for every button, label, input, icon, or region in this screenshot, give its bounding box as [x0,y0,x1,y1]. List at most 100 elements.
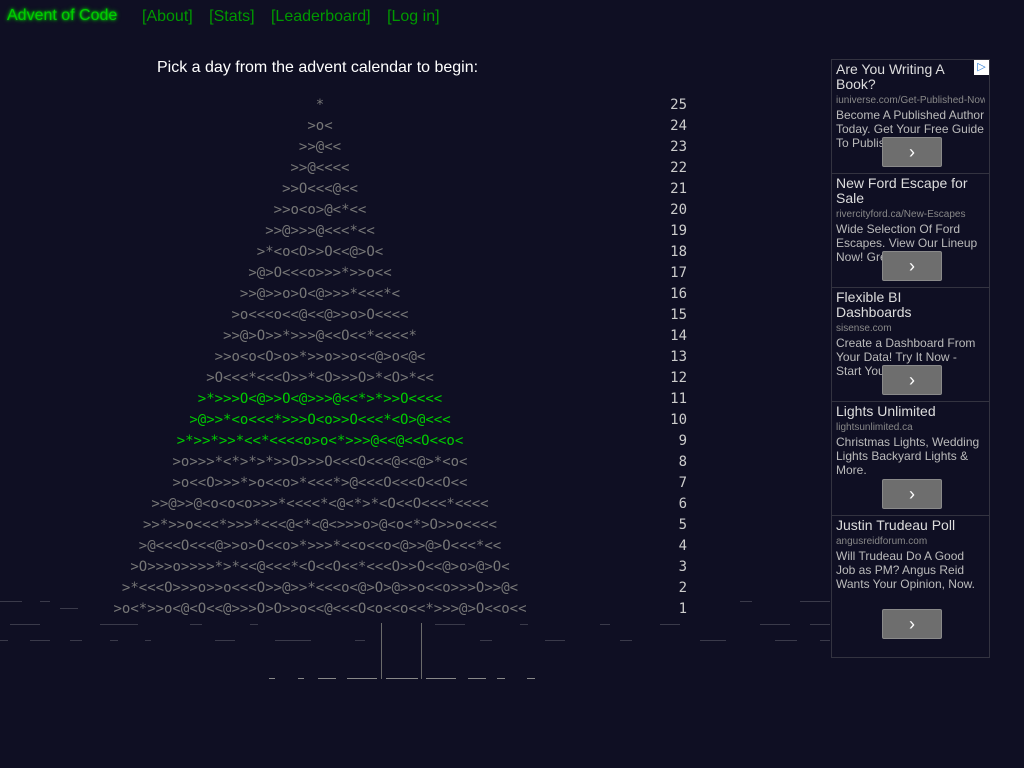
calendar-day-number[interactable]: 21 [655,179,687,200]
ad-title-link[interactable]: Are You Writing A Book? [836,62,985,92]
tree-art-row: >>o<o>@<*<< [273,202,367,218]
calendar-day-number[interactable]: 17 [655,263,687,284]
tree-art-row: >>@>>>@<<<*<< [265,223,375,239]
calendar-day-number[interactable]: 5 [655,515,687,536]
nav-leaderboard-link[interactable]: [Leaderboard] [271,8,371,25]
calendar-day-number[interactable]: 25 [655,95,687,116]
calendar-day-number[interactable]: 20 [655,200,687,221]
tree-art-row: >*<o<O>>O<<@>O< [256,244,384,260]
tree-art-row: >O<<<*<<<O>>*<O>>>O>*<O>*<< [206,370,434,386]
calendar-day-row[interactable]: >O<<<*<<<O>>*<O>>>O>*<O>*<< 12 [0,368,700,389]
calendar-day-row[interactable]: >*<o<O>>O<<@>O< 18 [0,242,700,263]
ad-url: iuniverse.com/Get-Published-Now [836,95,985,106]
tree-art-row: >o>>>*<*>*>*>>O>>>O<<<O<<<@<<@>*<o< [172,454,468,470]
site-title-link[interactable]: Advent of Code [7,7,117,25]
tree-art-row: >o< [307,118,333,134]
calendar-day-number[interactable]: 19 [655,221,687,242]
calendar-day-row[interactable]: >*>>*>>*<<*<<<<o>o<*>>>@<<@<<O<<o< 9 [0,431,700,452]
calendar-day-number[interactable]: 22 [655,158,687,179]
ad-open-button[interactable]: › [882,251,942,281]
calendar-day-number[interactable]: 11 [655,389,687,410]
calendar-day-row[interactable]: >*>>>O<@>>O<@>>>@<<*>*>>O<<<< 11 [0,389,700,410]
nav-stats-link[interactable]: [Stats] [209,8,254,25]
calendar-day-number[interactable]: 18 [655,242,687,263]
nav-login-link[interactable]: [Log in] [387,8,439,25]
calendar-day-row[interactable]: >o<<O>>>*>o<<o>*<<<*>@<<<O<<<O<<O<< 7 [0,473,700,494]
ad-open-button[interactable]: › [882,479,942,509]
tree-art-row: >o<<O>>>*>o<<o>*<<<*>@<<<O<<<O<<O<< [172,475,468,491]
tree-art-row: >@>O<<<o>>>*>>o<< [248,265,392,281]
tree-art-row: * [315,97,325,113]
tree-art-row: >@>>*<o<<<*>>>O<o>>O<<<*<O>@<<< [189,412,451,428]
ad-item[interactable]: Justin Trudeau Poll angusreidforum.com W… [832,516,989,645]
calendar-day-row[interactable]: >o< 24 [0,116,700,137]
ad-description: Christmas Lights, Wedding Lights Backyar… [836,435,980,477]
calendar-day-row[interactable]: * 25 [0,95,700,116]
calendar-day-number[interactable]: 12 [655,368,687,389]
ad-title-link[interactable]: New Ford Escape for Sale [836,176,985,206]
tree-art-row: >@<<<O<<<@>>o>O<<o>*>>>*<<o<<o<@>>@>O<<<… [138,538,502,554]
tree-art-row: >>O<<<@<< [282,181,358,197]
ad-item[interactable]: Lights Unlimited lightsunlimited.ca Chri… [832,402,989,516]
calendar-day-number[interactable]: 4 [655,536,687,557]
calendar-day-row[interactable]: >o<<<o<<@<<@>>o>O<<<< 15 [0,305,700,326]
tree-art-row: >*>>*>>*<<*<<<<o>o<*>>>@<<@<<O<<o< [176,433,464,449]
calendar-day-row[interactable]: >>@>O>>*>>>@<<O<<*<<<<* 14 [0,326,700,347]
tree-art-row: >>@<< [298,139,342,155]
intro-text: Pick a day from the advent calendar to b… [157,59,479,76]
ad-url: rivercityford.ca/New-Escapes [836,209,966,220]
calendar-day-row[interactable]: >>*>>o<<<*>>>*<<<@<*<@<>>>o>@<o<*>O>>o<<… [0,515,700,536]
ad-open-button[interactable]: › [882,137,942,167]
tree-art-row: >O>>>o>>>>*>*<<@<<<*<O<<O<<*<<<O>>O<<@>o… [130,559,510,575]
ad-url: sisense.com [836,323,892,334]
ad-item[interactable]: Are You Writing A Book? iuniverse.com/Ge… [832,60,989,174]
tree-art-row: >>@>O>>*>>>@<<O<<*<<<<* [223,328,417,344]
calendar-day-row[interactable]: >>@>>@<o<o<o>>>*<<<<*<@<*>*<O<<O<<<*<<<<… [0,494,700,515]
tree-art-row: >*>>>O<@>>O<@>>>@<<*>*>>O<<<< [197,391,443,407]
tree-art-row: >>o<o<O>o>*>>o>>o<<@>o<@< [214,349,426,365]
ad-title-link[interactable]: Flexible BI Dashboards [836,290,985,320]
calendar-day-row[interactable]: >@>O<<<o>>>*>>o<< 17 [0,263,700,284]
calendar-day-number[interactable]: 9 [655,431,687,452]
ad-item[interactable]: Flexible BI Dashboards sisense.com Creat… [832,288,989,402]
calendar-day-number[interactable]: 16 [655,284,687,305]
ad-item[interactable]: New Ford Escape for Sale rivercityford.c… [832,174,989,288]
calendar-day-number[interactable]: 6 [655,494,687,515]
calendar-day-row[interactable]: >>@>>>@<<<*<< 19 [0,221,700,242]
calendar-day-row[interactable]: >>@<< 23 [0,137,700,158]
calendar-day-row[interactable]: >>o<o<O>o>*>>o>>o<<@>o<@< 13 [0,347,700,368]
calendar-day-row[interactable]: >@<<<O<<<@>>o>O<<o>*>>>*<<o<<o<@>>@>O<<<… [0,536,700,557]
calendar-day-number[interactable]: 14 [655,326,687,347]
calendar-day-row[interactable]: >>@>>o>O<@>>>*<<<*< 16 [0,284,700,305]
nav-about-link[interactable]: [About] [142,8,193,25]
ad-url: angusreidforum.com [836,536,928,547]
calendar-day-row[interactable]: >>@<<<< 22 [0,158,700,179]
tree-art-row: >o<<<o<<@<<@>>o>O<<<< [231,307,409,323]
calendar-day-number[interactable]: 10 [655,410,687,431]
tree-ground [0,593,830,693]
calendar-day-row[interactable]: >@>>*<o<<<*>>>O<o>>O<<<*<O>@<<< 10 [0,410,700,431]
calendar-day-row[interactable]: >>O<<<@<< 21 [0,179,700,200]
calendar-day-number[interactable]: 24 [655,116,687,137]
tree-art-row: >>@>>@<o<o<o>>>*<<<<*<@<*>*<O<<O<<<*<<<< [151,496,489,512]
tree-art-row: >>@>>o>O<@>>>*<<<*< [239,286,401,302]
top-nav: [About] [Stats] [Leaderboard] [Log in] [142,8,452,26]
calendar-day-number[interactable]: 7 [655,473,687,494]
calendar-day-number[interactable]: 3 [655,557,687,578]
ad-open-button[interactable]: › [882,365,942,395]
ad-url: lightsunlimited.ca [836,422,913,433]
ad-sidebar: ▷ Are You Writing A Book? iuniverse.com/… [831,59,990,658]
advent-calendar: * 25 >o< 24 >>@<< 23 >>@<<<< 22 >>O<<<@<< 21 >>o<o… [0,95,700,620]
ad-open-button[interactable]: › [882,609,942,639]
calendar-day-row[interactable]: >>o<o>@<*<< 20 [0,200,700,221]
calendar-day-row[interactable]: >O>>>o>>>>*>*<<@<<<*<O<<O<<*<<<O>>O<<@>o… [0,557,700,578]
tree-art-row: >>*>>o<<<*>>>*<<<@<*<@<>>>o>@<o<*>O>>o<<… [142,517,497,533]
calendar-day-number[interactable]: 15 [655,305,687,326]
calendar-day-number[interactable]: 23 [655,137,687,158]
calendar-day-row[interactable]: >o>>>*<*>*>*>>O>>>O<<<O<<<@<<@>*<o< 8 [0,452,700,473]
ad-description: Will Trudeau Do A Good Job as PM? Angus … [836,549,975,591]
calendar-day-number[interactable]: 13 [655,347,687,368]
ad-title-link[interactable]: Lights Unlimited [836,404,985,419]
ad-title-link[interactable]: Justin Trudeau Poll [836,518,985,533]
calendar-day-number[interactable]: 8 [655,452,687,473]
